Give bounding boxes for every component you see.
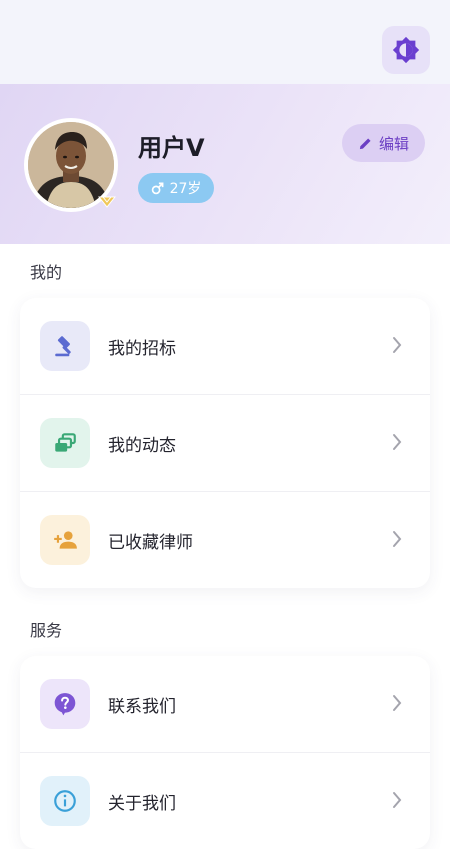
menu-label: 我的动态 — [108, 435, 176, 456]
menu-item-my-posts[interactable]: 我的动态 — [20, 395, 430, 492]
section-title-mine: 我的 — [30, 263, 63, 282]
chevron-right-icon — [393, 531, 402, 547]
brightness-icon — [392, 36, 420, 64]
chevron-right-icon — [393, 434, 402, 450]
chevron-right-icon — [393, 337, 402, 353]
menu-label: 联系我们 — [108, 696, 176, 717]
menu-item-contact-us[interactable]: 联系我们 — [20, 656, 430, 753]
menu-item-favorite-lawyers[interactable]: 已收藏律师 — [20, 492, 430, 588]
theme-toggle-button[interactable] — [382, 26, 430, 74]
age-badge: 27岁 — [138, 173, 214, 203]
layers-icon — [40, 418, 90, 468]
edit-profile-button[interactable]: 编辑 — [342, 124, 425, 162]
top-bar — [0, 0, 450, 84]
menu-label: 已收藏律师 — [108, 532, 193, 553]
person-add-icon — [40, 515, 90, 565]
info-icon — [40, 776, 90, 826]
profile-header: 用户V 27岁 编辑 — [0, 84, 450, 244]
edit-label: 编辑 — [378, 134, 409, 153]
chevron-right-icon — [393, 695, 402, 711]
avatar[interactable] — [24, 118, 118, 212]
username: 用户V — [138, 134, 205, 162]
gavel-icon — [40, 321, 90, 371]
mine-card: 我的招标 我的动态 已收藏律师 — [20, 298, 430, 588]
service-card: 联系我们 关于我们 — [20, 656, 430, 849]
menu-label: 我的招标 — [108, 338, 176, 359]
menu-item-about-us[interactable]: 关于我们 — [20, 753, 430, 849]
section-title-service: 服务 — [30, 621, 63, 640]
help-bubble-icon — [40, 679, 90, 729]
male-icon — [151, 182, 164, 194]
age-text: 27岁 — [169, 181, 202, 197]
chevron-right-icon — [393, 792, 402, 808]
vip-badge-icon — [98, 196, 116, 208]
menu-item-my-bids[interactable]: 我的招标 — [20, 298, 430, 395]
menu-label: 关于我们 — [108, 793, 176, 814]
pencil-icon — [359, 137, 371, 149]
